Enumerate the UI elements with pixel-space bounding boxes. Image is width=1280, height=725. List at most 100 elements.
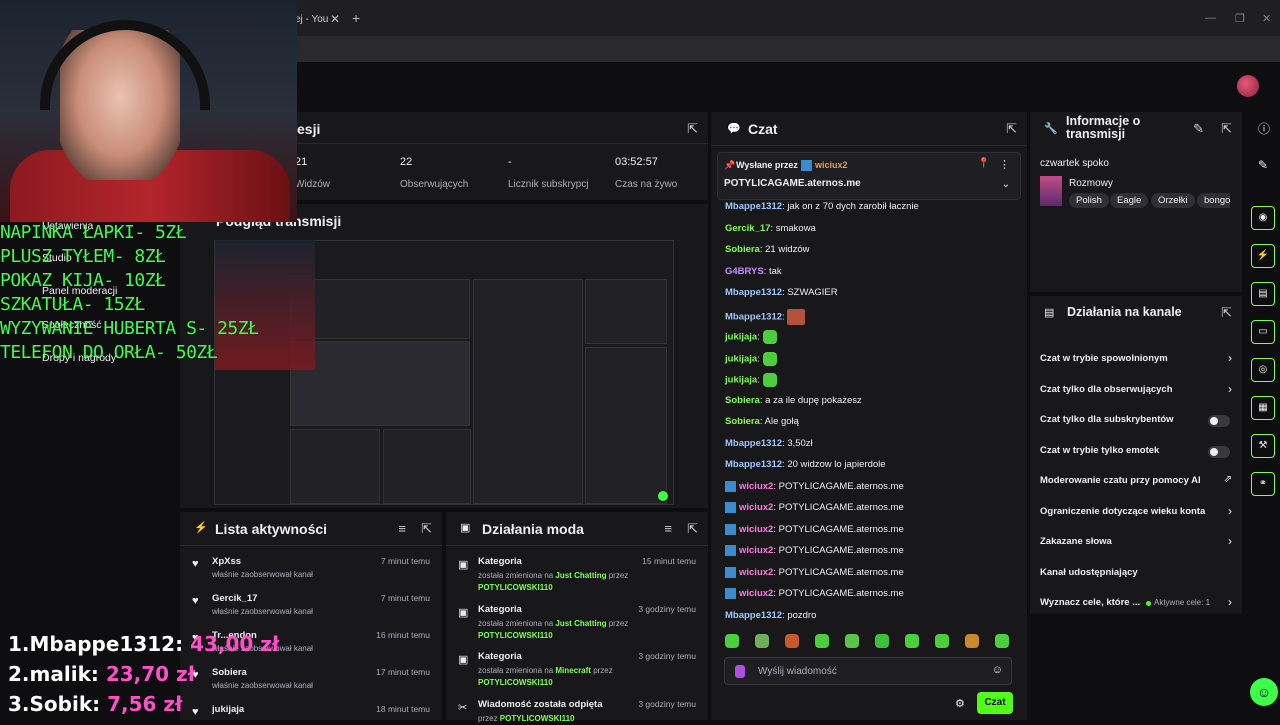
emote-icon[interactable] xyxy=(875,634,889,648)
emote-icon[interactable] xyxy=(785,634,799,648)
tag-pill[interactable]: Orzełki xyxy=(1151,193,1195,208)
external-link-icon[interactable]: ⇗ xyxy=(1224,474,1232,485)
chat-username[interactable]: jukijaja xyxy=(725,332,757,343)
chat-username[interactable]: Sobiera xyxy=(725,416,760,427)
close-window-icon[interactable]: ✕ xyxy=(1262,12,1271,25)
toggle-switch[interactable] xyxy=(1208,415,1230,427)
chat-input[interactable]: Wyślij wiadomość ☺ xyxy=(724,657,1012,685)
close-tab-icon[interactable]: ✕ xyxy=(330,12,340,26)
tag-pill[interactable]: Eagle xyxy=(1110,193,1149,208)
popout-icon[interactable]: ⇱ xyxy=(1221,121,1232,137)
chat-username[interactable]: Sobiera xyxy=(725,244,760,255)
chat-username[interactable]: wiciux2 xyxy=(739,588,773,599)
channel-action-row[interactable]: Czat w trybie tylko emotek xyxy=(1030,443,1242,463)
chat-button[interactable]: ▭ xyxy=(1251,320,1275,344)
chat-settings-icon[interactable]: ⚙ xyxy=(955,697,965,710)
chat-username[interactable]: Mbappe1312 xyxy=(725,287,782,298)
popout-icon[interactable]: ⇱ xyxy=(687,521,698,537)
camera-button[interactable]: ◉ xyxy=(1251,206,1275,230)
chat-username[interactable]: wiciux2 xyxy=(739,545,773,556)
emote-icon[interactable] xyxy=(845,634,859,648)
chat-username[interactable]: wiciux2 xyxy=(739,567,773,578)
chat-username[interactable]: wiciux2 xyxy=(739,481,773,492)
link-button[interactable]: ⚭ xyxy=(1251,472,1275,496)
channel-action-label: Czat tylko dla obserwujących xyxy=(1040,383,1173,395)
popout-icon[interactable]: ⇱ xyxy=(1006,121,1017,137)
chevron-right-icon[interactable]: › xyxy=(1228,382,1232,396)
chat-username[interactable]: Sobiera xyxy=(725,395,760,406)
send-chat-button[interactable]: Czat xyxy=(977,692,1013,714)
info-icon[interactable]: ⓘ xyxy=(1258,120,1270,137)
chat-username[interactable]: Mbappe1312 xyxy=(725,311,782,322)
notes-button[interactable]: ▤ xyxy=(1251,282,1275,306)
channel-action-row[interactable]: Zakazane słowa › xyxy=(1030,534,1242,554)
chat-username[interactable]: Mbappe1312 xyxy=(725,459,782,470)
chat-username[interactable]: Mbappe1312 xyxy=(725,201,782,212)
chat-username[interactable]: wiciux2 xyxy=(739,502,773,513)
filter-icon[interactable]: ≡ xyxy=(664,521,672,536)
chat-text: POTYLICAGAME.aternos.me xyxy=(778,502,904,514)
emote-icon[interactable] xyxy=(995,634,1009,648)
activity-username[interactable]: Gercik_17 xyxy=(212,593,257,604)
mod-by[interactable]: POTYLICOWSKI110 xyxy=(478,678,553,687)
unpin-icon[interactable]: 📍 xyxy=(978,158,990,169)
chat-username[interactable]: Mbappe1312 xyxy=(725,610,782,621)
flash-button[interactable]: ⚡ xyxy=(1251,244,1275,268)
chat-username[interactable]: jukijaja xyxy=(725,353,757,364)
broadcast-button[interactable]: ◎ xyxy=(1251,358,1275,382)
chat-username[interactable]: G4BRYS xyxy=(725,266,764,277)
emote-icon xyxy=(787,308,806,325)
channel-action-row[interactable]: Wyznacz cele, które ... › Aktywne cele: 1 xyxy=(1030,595,1242,615)
channel-actions-panel: ▤ Działania na kanale ⇱ Czat w trybie sp… xyxy=(1030,296,1242,614)
minimize-icon[interactable]: — xyxy=(1205,12,1216,24)
chevron-right-icon[interactable]: › xyxy=(1228,504,1232,518)
channel-action-row[interactable]: Czat tylko dla obserwujących › xyxy=(1030,382,1242,402)
emote-icon[interactable] xyxy=(725,634,739,648)
layout-button[interactable]: ▦ xyxy=(1251,396,1275,420)
tools-button[interactable]: ⚒ xyxy=(1251,434,1275,458)
chat-username[interactable]: jukijaja xyxy=(725,375,757,386)
emote-icon[interactable] xyxy=(815,634,829,648)
activity-username[interactable]: XpXss xyxy=(212,556,241,567)
popout-icon[interactable]: ⇱ xyxy=(687,121,698,137)
activity-username[interactable]: Sobiera xyxy=(212,667,247,678)
filter-icon[interactable]: ≡ xyxy=(398,521,406,536)
emote-icon[interactable] xyxy=(935,634,949,648)
new-tab-icon[interactable]: + xyxy=(352,10,360,26)
chevron-right-icon[interactable]: › xyxy=(1228,351,1232,365)
tag-pill[interactable]: bongo xyxy=(1197,193,1230,208)
mod-by[interactable]: POTYLICOWSKI110 xyxy=(478,583,553,592)
more-icon[interactable]: ⋮ xyxy=(999,158,1010,171)
emoji-icon[interactable]: ☺ xyxy=(992,664,1003,676)
channel-action-row[interactable]: Kanał udostępniający xyxy=(1030,565,1242,585)
channel-action-row[interactable]: Czat tylko dla subskrybentów xyxy=(1030,412,1242,432)
mod-by[interactable]: POTYLICOWSKI110 xyxy=(500,714,575,723)
popout-icon[interactable]: ⇱ xyxy=(1221,305,1232,321)
chat-username[interactable]: Gercik_17 xyxy=(725,223,770,234)
toggle-switch[interactable] xyxy=(1208,445,1230,458)
user-avatar[interactable] xyxy=(1237,75,1259,97)
emote-icon[interactable] xyxy=(905,634,919,648)
emote-icon[interactable] xyxy=(755,634,769,648)
channel-action-label: Wyznacz cele, które ... xyxy=(1040,597,1141,608)
kick-badge-icon xyxy=(725,545,736,556)
edit-pencil-icon[interactable]: ✎ xyxy=(1193,121,1204,137)
activity-username[interactable]: jukijaja xyxy=(212,704,244,715)
channel-action-row[interactable]: Czat w trybie spowolnionym › xyxy=(1030,351,1242,371)
channel-action-row[interactable]: Ograniczenie dotyczące wieku konta › xyxy=(1030,504,1242,524)
chat-username[interactable]: wiciux2 xyxy=(739,524,773,535)
heart-icon: ♥ xyxy=(192,558,199,570)
maximize-icon[interactable]: ❐ xyxy=(1235,12,1245,25)
chevron-right-icon[interactable]: › xyxy=(1228,595,1232,609)
chat-username[interactable]: Mbappe1312 xyxy=(725,438,782,449)
popout-icon[interactable]: ⇱ xyxy=(421,521,432,537)
support-button[interactable]: ☺ xyxy=(1250,678,1278,706)
mod-by[interactable]: POTYLICOWSKI110 xyxy=(478,631,553,640)
chevron-down-icon[interactable]: ⌄ xyxy=(1002,179,1010,190)
chevron-right-icon[interactable]: › xyxy=(1228,534,1232,548)
pencil-icon[interactable]: ✎ xyxy=(1258,158,1268,172)
channel-action-label: Czat w trybie spowolnionym xyxy=(1040,353,1168,364)
emote-icon[interactable] xyxy=(965,634,979,648)
channel-action-row[interactable]: Moderowanie czatu przy pomocy AI ⇗ xyxy=(1030,473,1242,493)
tag-pill[interactable]: Polish xyxy=(1069,193,1109,208)
